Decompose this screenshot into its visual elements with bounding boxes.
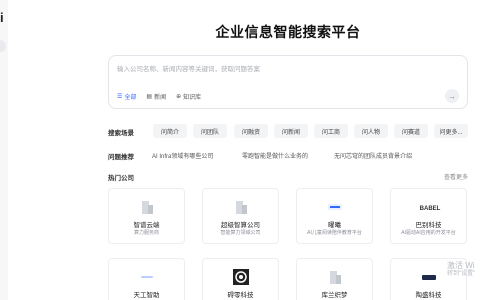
search-mode-row: ☰ 全部 ▤ 新闻 ⊕ 知识库 bbox=[117, 92, 201, 101]
recommendation-item[interactable]: 零跑智能是做什么业务的 bbox=[242, 151, 308, 160]
search-box[interactable]: ☰ 全部 ▤ 新闻 ⊕ 知识库 → bbox=[108, 55, 468, 109]
view-more-link[interactable]: 查看更多 bbox=[444, 172, 468, 181]
grid-icon: ☰ bbox=[117, 94, 123, 100]
brand-logo-small-text bbox=[139, 269, 155, 285]
svg-text:BABEL: BABEL bbox=[420, 206, 441, 212]
brand-logo-blue bbox=[327, 199, 343, 215]
company-name: 碍零科技 bbox=[227, 292, 254, 299]
company-desc: 算力服务商 bbox=[133, 230, 159, 236]
globe-icon: ⊕ bbox=[176, 94, 182, 100]
mode-all[interactable]: ☰ 全部 bbox=[117, 92, 136, 101]
chip-financing[interactable]: 问融资 bbox=[234, 124, 268, 138]
company-card[interactable]: BABEL 巴别科技 AI驱动AI应用的开发平台 bbox=[390, 188, 467, 244]
company-name: 巴别科技 bbox=[415, 222, 442, 229]
company-desc: 智能算力领域公司 bbox=[220, 230, 261, 236]
company-card[interactable]: 超级智算公司 智能算力领域公司 bbox=[202, 188, 279, 244]
building-icon bbox=[233, 199, 249, 215]
news-icon: ▤ bbox=[146, 94, 153, 100]
company-name: 曜曦 bbox=[328, 222, 341, 229]
company-desc: AI儿童阅读陪伴教育平台 bbox=[307, 230, 362, 236]
company-name: 智谱云端 bbox=[133, 222, 160, 229]
activation-watermark: 激活 Wi 转到"设置" bbox=[447, 261, 476, 277]
recommendation-item[interactable]: 无问芯穹的团队成员背景介绍 bbox=[334, 151, 412, 160]
company-card[interactable]: 智谱云端 算力服务商 bbox=[108, 188, 185, 244]
company-name: 超级智算公司 bbox=[221, 222, 260, 229]
chip-people[interactable]: 问人物 bbox=[354, 124, 388, 138]
recommendation-item[interactable]: AI Infra领域有哪些公司 bbox=[152, 151, 213, 160]
chip-track[interactable]: 问赛道 bbox=[394, 124, 428, 138]
company-name: 库兰织梦 bbox=[321, 292, 348, 299]
mode-label: 新闻 bbox=[154, 95, 167, 101]
company-desc: AI驱动AI应用的开发平台 bbox=[401, 230, 456, 236]
page: { "app": { "logo_fragment": "i", "title"… bbox=[0, 0, 480, 300]
building-icon bbox=[139, 199, 155, 215]
company-card[interactable]: 库兰织梦 bbox=[296, 258, 373, 300]
mode-label: 知识库 bbox=[183, 95, 202, 101]
page-title: 企业信息智能搜索平台 bbox=[215, 24, 361, 40]
search-input[interactable] bbox=[117, 62, 447, 76]
company-card[interactable]: 天工智助 bbox=[108, 258, 185, 300]
chip-more[interactable]: 问更多... bbox=[434, 124, 468, 138]
chip-team[interactable]: 问团队 bbox=[193, 124, 227, 138]
send-button[interactable]: → bbox=[445, 89, 459, 103]
brand-logo-dark bbox=[421, 269, 437, 285]
brand-logo-text: BABEL bbox=[417, 199, 443, 215]
chip-business[interactable]: 问工商 bbox=[314, 124, 348, 138]
company-name: 陶盛科技 bbox=[415, 292, 442, 299]
search-scenes-label: 搜索场景 bbox=[108, 130, 134, 137]
arrow-right-icon: → bbox=[448, 91, 456, 101]
company-name: 天工智助 bbox=[133, 292, 160, 299]
chip-news[interactable]: 问新闻 bbox=[274, 124, 308, 138]
company-card[interactable]: 曜曦 AI儿童阅读陪伴教育平台 bbox=[296, 188, 373, 244]
watermark-line: 转到"设置" bbox=[447, 270, 476, 277]
brand-logo-circle bbox=[233, 269, 249, 285]
chip-intro[interactable]: 问简介 bbox=[153, 124, 187, 138]
hot-companies-title: 热门公司 bbox=[108, 175, 134, 182]
mode-label: 全部 bbox=[124, 95, 137, 101]
watermark-line: 激活 Wi bbox=[447, 261, 475, 270]
recommendations-label: 问题推荐 bbox=[108, 154, 134, 161]
mode-knowledge-base[interactable]: ⊕ 知识库 bbox=[176, 92, 201, 101]
company-card[interactable]: 碍零科技 bbox=[202, 258, 279, 300]
mode-news[interactable]: ▤ 新闻 bbox=[146, 92, 166, 101]
building-icon bbox=[327, 269, 343, 285]
